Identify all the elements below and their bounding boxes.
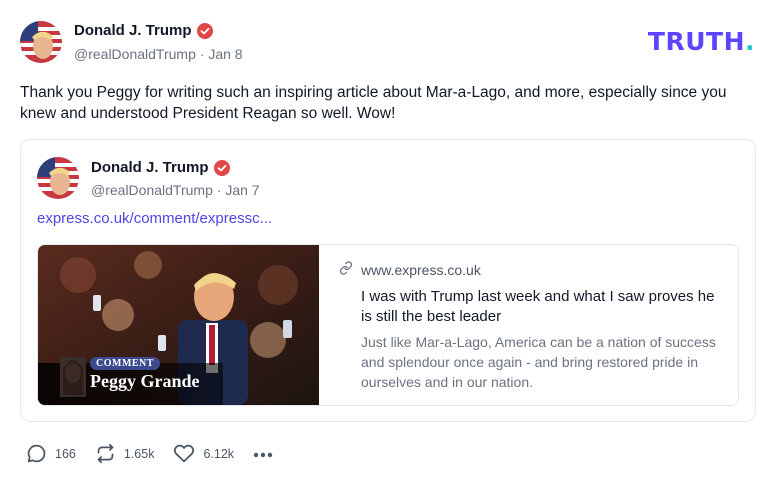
quoted-author-name-text[interactable]: Donald J. Trump [91, 159, 209, 176]
verified-badge-icon [213, 159, 230, 176]
post-date[interactable]: Jan 8 [208, 46, 242, 62]
heart-icon [173, 443, 195, 464]
post-body: Thank you Peggy for writing such an insp… [20, 84, 727, 122]
link-preview-info[interactable]: www.express.co.uk I was with Trump last … [319, 245, 738, 405]
action-bar: 166 1.65k 6.12k [26, 443, 273, 464]
author-avatar[interactable] [20, 21, 62, 63]
link-title[interactable]: I was with Trump last week and what I sa… [361, 287, 718, 327]
meta-separator: · [199, 46, 205, 62]
author-name[interactable]: Donald J. Trump [74, 22, 213, 39]
article-url-link[interactable]: express.co.uk/comment/expressc... [37, 210, 272, 227]
author-meta: @realDonaldTrump · Jan 8 [74, 46, 243, 62]
logo-dot: . [745, 27, 755, 56]
comment-badge: COMMENT [90, 357, 160, 370]
retruth-icon [95, 443, 116, 464]
retruth-button[interactable]: 1.65k [95, 443, 155, 464]
quoted-author-avatar[interactable] [37, 157, 79, 199]
quoted-meta-separator: · [216, 182, 222, 198]
quoted-post-date[interactable]: Jan 7 [225, 182, 259, 198]
like-count: 6.12k [203, 446, 235, 461]
quoted-author-meta: @realDonaldTrump · Jan 7 [91, 182, 260, 198]
quoted-author-name[interactable]: Donald J. Trump [91, 159, 230, 176]
link-icon [339, 261, 353, 278]
link-preview-card[interactable]: COMMENT Peggy Grande www.express.co.uk I… [37, 244, 739, 406]
reply-icon [26, 443, 47, 464]
like-button[interactable]: 6.12k [173, 443, 234, 464]
article-thumbnail: COMMENT Peggy Grande [38, 245, 319, 405]
link-domain: www.express.co.uk [361, 261, 481, 278]
link-domain-row: www.express.co.uk [339, 261, 718, 278]
retruth-count: 1.65k [123, 446, 155, 461]
reply-count: 166 [55, 446, 76, 461]
quoted-author-handle[interactable]: @realDonaldTrump [91, 182, 213, 198]
post: Donald J. Trump @realDonaldTrump · Jan 8… [0, 0, 777, 485]
link-description: Just like Mar-a-Lago, America can be a n… [361, 334, 716, 390]
more-options-button[interactable] [253, 445, 273, 463]
more-icon [253, 445, 273, 463]
author-name-text[interactable]: Donald J. Trump [74, 22, 192, 39]
quoted-post-card[interactable]: Donald J. Trump @realDonaldTrump · Jan 7… [20, 139, 756, 422]
truth-logo[interactable]: TRUTH. [648, 27, 755, 56]
author-handle[interactable]: @realDonaldTrump [74, 46, 196, 62]
author-byline: Peggy Grande [90, 371, 200, 391]
verified-badge-icon [196, 22, 213, 39]
reply-button[interactable]: 166 [26, 443, 76, 464]
logo-text: TRUTH [647, 27, 745, 56]
